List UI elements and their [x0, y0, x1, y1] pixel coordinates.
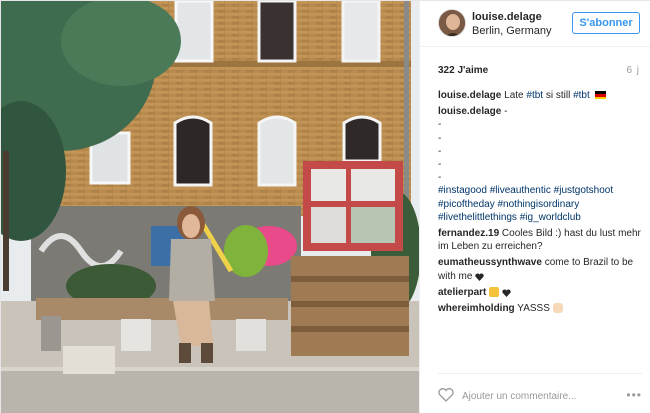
heart-icon[interactable]	[438, 388, 454, 402]
comment-user[interactable]: fernandez.19	[438, 228, 499, 239]
black-heart-icon	[475, 272, 484, 281]
comment: eumatheussynthwave come to Brazil to be …	[438, 256, 642, 282]
post-card: louise.delage Berlin, Germany S'abonner …	[0, 0, 650, 413]
comment-text: -	[504, 106, 508, 118]
hashtag[interactable]: #picoftheday	[438, 199, 495, 210]
comment-text: YASSS	[517, 303, 550, 315]
comment-text: si still	[543, 90, 574, 101]
hashtag[interactable]: #tbt	[573, 90, 590, 101]
more-options-icon[interactable]: •••	[626, 388, 642, 402]
comment-line: -	[438, 145, 442, 157]
avatar-image	[439, 10, 465, 36]
likes-count[interactable]: 322 J'aime	[438, 65, 488, 76]
comment: fernandez.19 Cooles Bild :) hast du lust…	[438, 227, 642, 253]
comment: atelierpart	[438, 286, 642, 299]
follow-button[interactable]: S'abonner	[572, 12, 640, 34]
comment-line: -	[438, 159, 442, 171]
hashtag[interactable]: #livethelittlethings	[438, 212, 517, 223]
hand-icon	[552, 303, 563, 314]
hashtag[interactable]: #tbt	[526, 90, 543, 101]
comment-user[interactable]: eumatheussynthwave	[438, 257, 542, 268]
comment: louise.delage Late #tbt si still #tbt	[438, 89, 642, 102]
comment: whereimholding YASSS	[438, 302, 642, 315]
comment-input[interactable]	[462, 387, 612, 405]
comment-user[interactable]: louise.delage	[438, 106, 501, 117]
comment-user[interactable]: whereimholding	[438, 303, 515, 314]
comment-user[interactable]: louise.delage	[438, 90, 501, 101]
comment-line: -	[438, 172, 442, 184]
avatar[interactable]	[438, 9, 466, 37]
black-heart-icon	[502, 288, 511, 298]
comment-line: -	[438, 119, 442, 131]
comment-text: Late	[504, 90, 527, 101]
post-header: louise.delage Berlin, Germany S'abonner	[420, 1, 650, 47]
post-username[interactable]: louise.delage	[472, 11, 542, 23]
comment: louise.delage - - - - - - #instagood #li…	[438, 105, 642, 224]
post-location[interactable]: Berlin, Germany	[472, 25, 551, 37]
german-flag-icon	[594, 91, 606, 100]
hashtag[interactable]: #nothingisordinary	[498, 199, 580, 210]
comment-line: -	[438, 132, 442, 144]
hashtag[interactable]: #justgotshoot	[554, 185, 614, 196]
hashtag[interactable]: #ig_worldclub	[520, 212, 581, 223]
hashtag[interactable]: #liveauthentic	[490, 185, 551, 196]
thumbs-up-icon	[489, 287, 500, 298]
hashtag[interactable]: #instagood	[438, 185, 487, 196]
post-time[interactable]: 6 j	[626, 65, 640, 76]
post-stats: 322 J'aime 6 j	[438, 65, 640, 81]
post-footer: •••	[438, 373, 642, 413]
photo-illustration	[1, 1, 419, 413]
comment-user[interactable]: atelierpart	[438, 287, 486, 298]
post-photo[interactable]	[1, 1, 419, 413]
comments-list: louise.delage Late #tbt si still #tbt lo…	[438, 89, 642, 318]
post-side-panel: louise.delage Berlin, Germany S'abonner …	[419, 1, 650, 413]
